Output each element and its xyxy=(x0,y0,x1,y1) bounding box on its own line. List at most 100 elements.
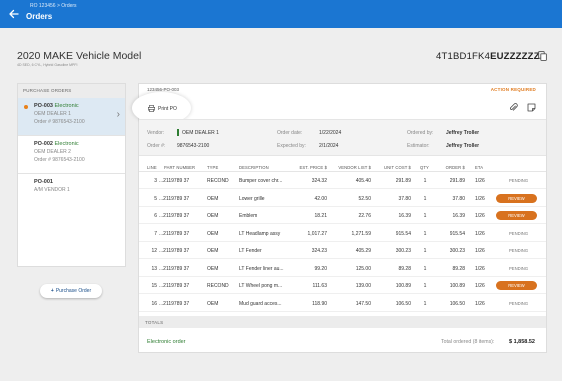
col-order: ORDER $ xyxy=(445,165,465,170)
cell-description: LT Fender liner au... xyxy=(239,265,284,272)
cell-part-number: ...2119789 37 xyxy=(159,283,190,289)
cell-vendor-list: 147.50 xyxy=(355,300,371,307)
cell-line: 15 xyxy=(151,283,157,289)
po-order-number: Order # 9876543-2100 xyxy=(34,119,85,125)
chevron-right-icon: › xyxy=(116,109,120,120)
cell-type: RECOND xyxy=(207,178,229,184)
cell-line: 16 xyxy=(151,300,157,307)
review-button[interactable]: REVIEW xyxy=(496,193,537,203)
cell-unit-cost: 89.28 xyxy=(398,265,411,272)
po-tag: Electronic xyxy=(54,103,79,109)
cell-description: Mud guard acces... xyxy=(239,300,282,307)
col-line: LINE xyxy=(147,165,157,170)
table-row[interactable]: 7 ...2119789 37 OEM LT Headlamp assy 1,017.2… xyxy=(139,226,546,242)
table-row[interactable]: 3 ...2119789 37 RECOND Bumper cover chr... 3… xyxy=(139,173,546,189)
review-button[interactable]: REVIEW xyxy=(496,211,537,220)
total-ordered-value: $ 1,858.52 xyxy=(509,339,535,345)
totals-header: TOTALS xyxy=(139,316,546,328)
col-qty: QTY xyxy=(420,165,429,170)
table-row[interactable]: 6 ...2119789 37 OEM Emblem 18.21 22.76 16.39 1 1… xyxy=(139,208,546,224)
note-icon[interactable] xyxy=(527,103,536,112)
cell-order: 37.80 xyxy=(452,195,465,202)
estimator-value: Jeffrey Troller xyxy=(446,143,480,149)
po-order-number: Order # 9876543-2100 xyxy=(34,157,85,163)
cell-description: Emblem xyxy=(239,213,258,219)
cell-part-number: ...2119789 37 xyxy=(159,195,190,202)
cell-part-number: ...2119789 37 xyxy=(159,230,190,237)
cell-eta: 1/26 xyxy=(475,178,485,184)
status-pending: PENDING xyxy=(509,178,529,183)
cell-order: 300.23 xyxy=(449,248,465,254)
po-item-002[interactable]: PO-002 Electronic OEM DEALER 2 Order # 9… xyxy=(18,136,125,174)
printer-icon xyxy=(148,105,156,113)
cell-line: 5 xyxy=(154,195,157,202)
col-vendor-list: VENDOR LIST $ xyxy=(338,165,371,170)
po-item-003[interactable]: PO-003 Electronic OEM DEALER 1 Order # 9… xyxy=(18,98,125,136)
col-eta: ETA xyxy=(475,165,484,170)
cell-type: OEM xyxy=(207,230,219,237)
unread-dot-icon xyxy=(24,105,28,109)
cell-eta: 1/26 xyxy=(475,248,485,254)
table-row[interactable]: 5 ...2119789 37 OEM Lower grille 42.00 52.50 3… xyxy=(139,191,546,207)
cell-qty: 1 xyxy=(423,230,427,237)
cell-est-price: 1,017.27 xyxy=(307,230,327,237)
review-button[interactable]: REVIEW xyxy=(496,281,537,290)
cell-vendor-list: 125.00 xyxy=(355,265,371,272)
cell-order: 16.39 xyxy=(452,213,465,219)
vin-suffix: EUZZZZZZ xyxy=(490,51,540,62)
po-detail-panel: 123456-PO-003 ACTION REQUIRED Print PO V… xyxy=(132,83,547,353)
expected-label: Expected by: xyxy=(277,143,306,149)
order-date-label: Order date: xyxy=(277,130,303,136)
cell-vendor-list: 405.29 xyxy=(355,248,371,254)
cell-est-price: 324.23 xyxy=(311,248,327,254)
po-vendor: OEM DEALER 2 xyxy=(34,149,71,155)
cell-qty: 1 xyxy=(423,265,427,272)
purchase-orders-header: PURCHASE ORDERS xyxy=(18,84,125,98)
table-row[interactable]: 12 ...2119789 37 OEM LT Fender 324.23 405.29 3… xyxy=(139,243,546,259)
cell-est-price: 42.00 xyxy=(314,195,327,202)
breadcrumb[interactable]: RO 123456 > Orders xyxy=(30,3,77,9)
cell-qty: 1 xyxy=(423,195,427,202)
vendor-value: OEM DEALER 1 xyxy=(182,130,219,136)
cell-qty: 1 xyxy=(423,300,427,307)
cell-unit-cost: 106.50 xyxy=(395,300,411,307)
cell-line: 3 xyxy=(154,178,157,184)
po-id: PO-001 xyxy=(34,179,53,185)
cell-unit-cost: 100.89 xyxy=(395,283,411,289)
cell-unit-cost: 300.23 xyxy=(395,248,411,254)
expected-value: 2/1/2024 xyxy=(319,143,339,149)
cell-type: OEM xyxy=(207,248,219,254)
cell-line: 6 xyxy=(154,213,157,219)
table-row[interactable]: 13 ...2119789 37 OEM LT Fender liner au... 9… xyxy=(139,261,546,277)
cell-description: LT Headlamp assy xyxy=(239,230,281,237)
cell-est-price: 111.63 xyxy=(312,283,327,289)
cell-type: RECOND xyxy=(207,283,229,289)
cell-line: 7 xyxy=(154,230,157,237)
cell-vendor-list: 22.76 xyxy=(358,213,371,219)
ordered-by-label: Ordered by: xyxy=(407,130,434,136)
paperclip-icon[interactable] xyxy=(509,103,518,112)
cell-eta: 1/26 xyxy=(475,213,485,219)
cell-type: OEM xyxy=(207,300,219,307)
cell-order: 100.89 xyxy=(449,283,465,289)
estimator-label: Estimator: xyxy=(407,143,430,149)
ordered-by-value: Jeffrey Troller xyxy=(446,130,480,136)
cell-unit-cost: 16.39 xyxy=(398,213,411,219)
print-po-button[interactable]: Print PO xyxy=(148,105,177,113)
vin: 4T1BD1FK4EUZZZZZZ xyxy=(436,51,540,62)
app-header: RO 123456 > Orders Orders xyxy=(0,0,562,28)
copy-icon[interactable] xyxy=(538,51,547,61)
cell-est-price: 99.20 xyxy=(314,265,327,272)
table-row[interactable]: 15 ...2119789 37 RECOND LT Wheel pong m... 1… xyxy=(139,278,546,294)
cell-type: OEM xyxy=(207,195,219,202)
add-purchase-order-button[interactable]: + Purchase Order xyxy=(40,284,102,298)
print-po-label: Print PO xyxy=(158,105,177,112)
status-pending: PENDING xyxy=(509,265,529,271)
table-row[interactable]: 16 ...2119789 37 OEM Mud guard acces... 118.… xyxy=(139,296,546,312)
po-item-001[interactable]: PO-001 A/M VENDOR 1 xyxy=(18,174,125,212)
cell-eta: 1/26 xyxy=(475,265,485,272)
status-pending: PENDING xyxy=(509,230,529,236)
cell-est-price: 324.32 xyxy=(311,178,327,184)
back-arrow-icon[interactable] xyxy=(8,8,20,20)
col-est-price: EST. PRICE $ xyxy=(299,165,327,170)
